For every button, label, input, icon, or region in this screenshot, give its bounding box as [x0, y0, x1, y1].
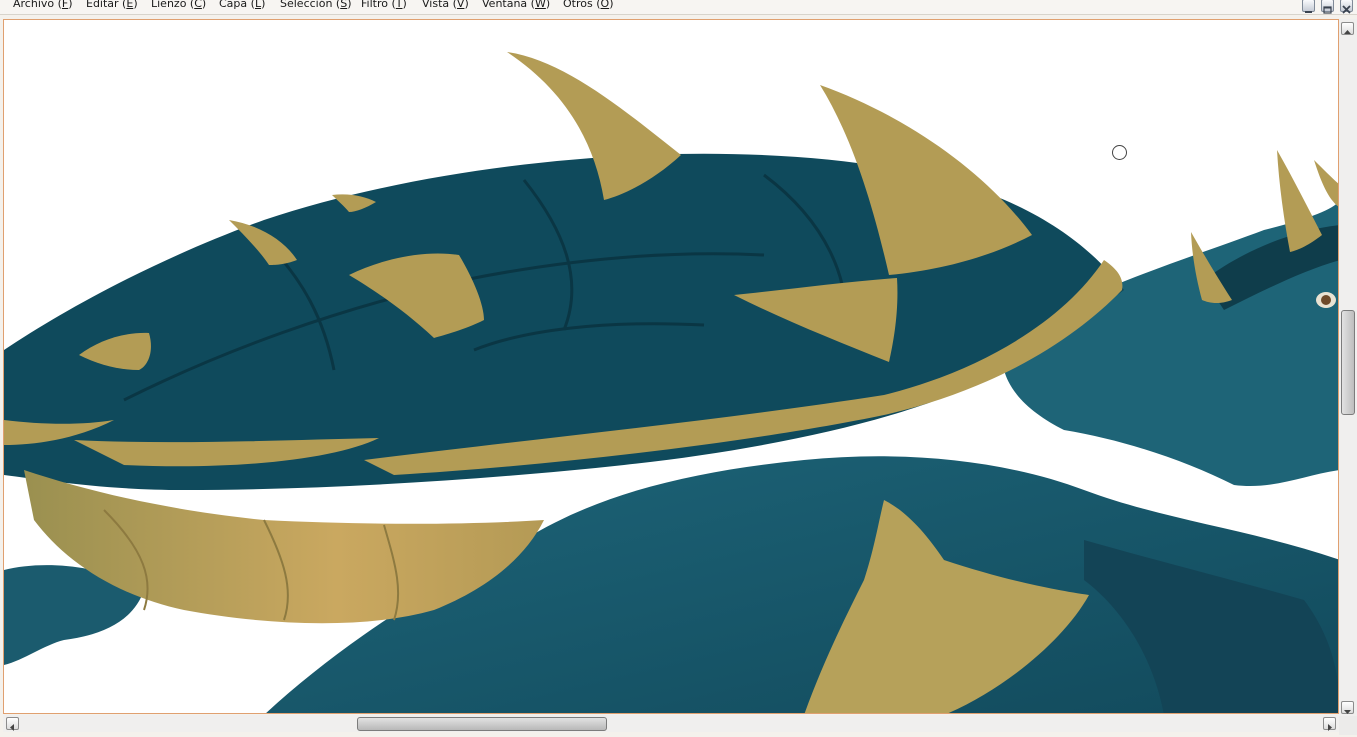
horizontal-scrollbar[interactable] — [3, 715, 1339, 732]
restore-button[interactable] — [1321, 0, 1334, 14]
restore-icon — [1323, 6, 1332, 14]
scrollbar-corner — [1339, 716, 1357, 735]
minimize-button[interactable] — [1302, 0, 1315, 13]
scroll-down-button[interactable] — [1341, 701, 1354, 714]
scroll-left-button[interactable] — [6, 717, 19, 731]
eye-iris — [1321, 295, 1331, 305]
arrow-right-icon — [1328, 724, 1332, 731]
turtle-dragon-painting — [4, 52, 1338, 713]
close-button[interactable] — [1340, 0, 1353, 14]
vertical-scrollbar[interactable] — [1339, 19, 1357, 716]
scroll-up-button[interactable] — [1341, 22, 1354, 35]
brush-cursor-icon — [1112, 145, 1127, 160]
arrow-left-icon — [10, 724, 14, 731]
menu-seleccion[interactable]: Selección (S) — [280, 0, 352, 10]
spike — [1314, 160, 1338, 207]
menu-vista[interactable]: Vista (V) — [422, 0, 469, 10]
vertical-scroll-thumb[interactable] — [1341, 309, 1355, 415]
menu-filtro[interactable]: Filtro (T) — [361, 0, 407, 10]
menu-lienzo[interactable]: Lienzo (C) — [151, 0, 206, 10]
arrow-up-icon — [1344, 30, 1351, 34]
menu-archivo[interactable]: Archivo (F) — [13, 0, 73, 10]
menu-bar: Archivo (F) Editar (E) Lienzo (C) Capa (… — [0, 0, 1357, 15]
close-icon — [1342, 5, 1351, 14]
menu-editar[interactable]: Editar (E) — [86, 0, 138, 10]
minimize-icon — [1305, 11, 1312, 13]
horizontal-scroll-thumb[interactable] — [357, 717, 607, 731]
menu-otros[interactable]: Otros (O) — [563, 0, 613, 10]
drawing-canvas[interactable] — [3, 19, 1339, 714]
scroll-right-button[interactable] — [1323, 717, 1336, 731]
menu-capa[interactable]: Capa (L) — [219, 0, 265, 10]
menu-ventana[interactable]: Ventana (W) — [482, 0, 550, 10]
